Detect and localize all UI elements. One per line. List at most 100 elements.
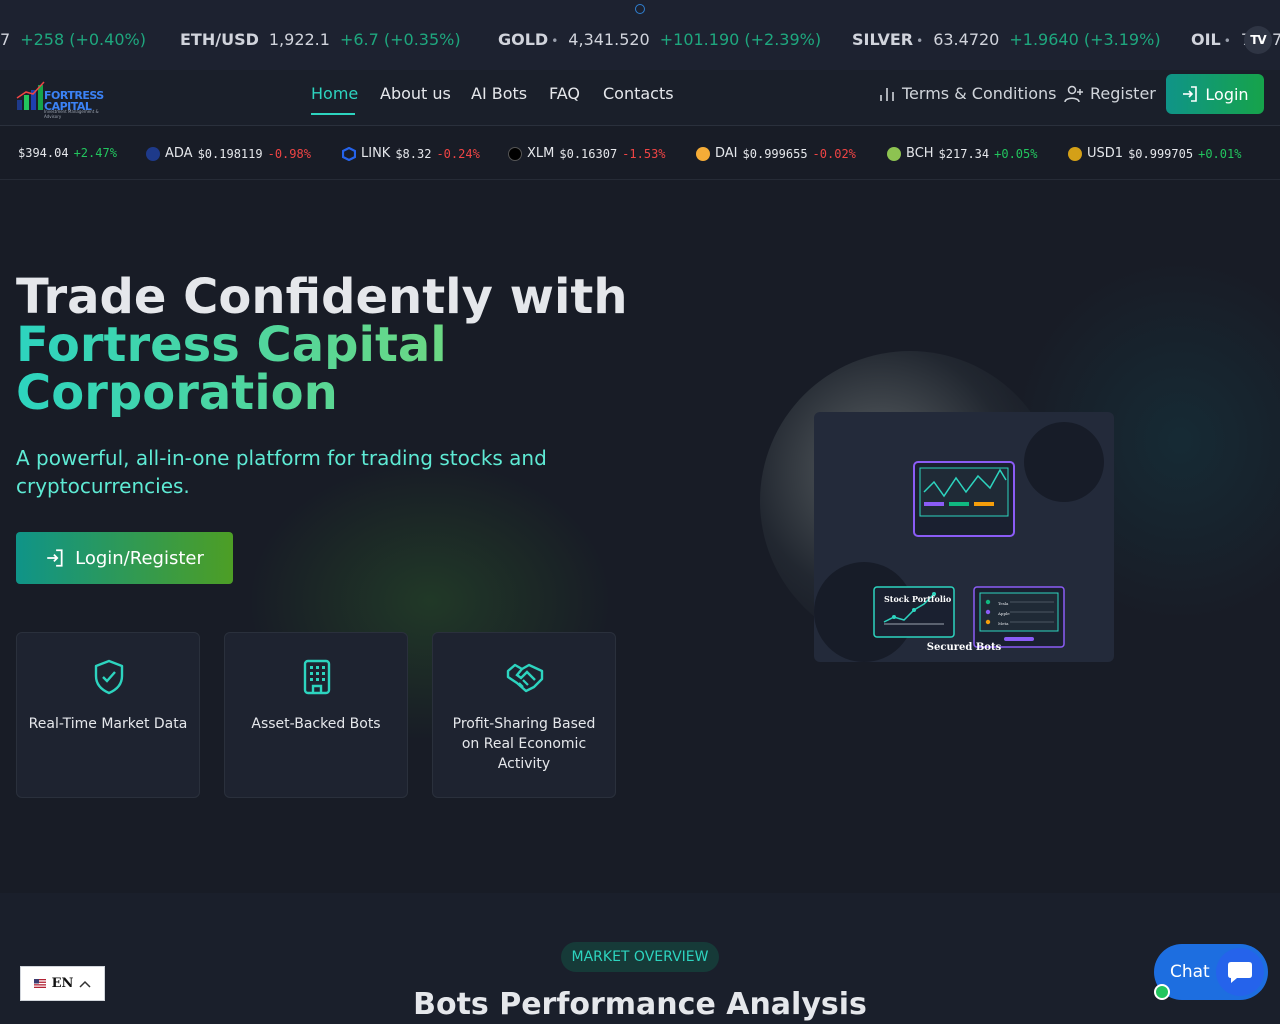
crypto-change: +0.05% bbox=[994, 146, 1038, 161]
crypto-name: DAI bbox=[715, 146, 738, 161]
chat-widget-button[interactable]: Chat bbox=[1154, 944, 1268, 1000]
crypto-name: ADA bbox=[165, 146, 193, 161]
crypto-item[interactable]: ADA $0.198119 -0.98% bbox=[146, 146, 311, 161]
legend-item: Tesla bbox=[998, 601, 1009, 606]
login-button[interactable]: Login bbox=[1166, 74, 1264, 114]
section-badge: MARKET OVERVIEW bbox=[561, 942, 719, 972]
feature-card: Real-Time Market Data bbox=[16, 632, 200, 798]
bch-coin-icon bbox=[887, 146, 901, 161]
feature-text: Profit-Sharing Based on Real Economic Ac… bbox=[452, 716, 596, 772]
logo-bars-icon bbox=[16, 81, 45, 110]
crypto-item[interactable]: LINK $8.32 -0.24% bbox=[342, 146, 480, 161]
login-arrow-icon bbox=[47, 549, 63, 567]
ticker-symbol: GOLD • bbox=[498, 30, 558, 49]
hero-title: Trade Confidently with Fortress Capital … bbox=[16, 273, 628, 417]
nav-faq[interactable]: FAQ bbox=[549, 84, 580, 103]
legend-item: Meta bbox=[998, 621, 1009, 626]
tradingview-logo-icon[interactable]: TV bbox=[1244, 26, 1272, 54]
crypto-name: LINK bbox=[361, 146, 391, 161]
brand-logo[interactable]: FORTRESS CAPITAL Investment Management &… bbox=[16, 78, 108, 119]
crypto-price: $0.16307 bbox=[559, 146, 618, 161]
ticker-symbol-text: GOLD bbox=[498, 30, 549, 49]
nav-about[interactable]: About us bbox=[380, 84, 451, 103]
link-coin-icon bbox=[342, 146, 356, 161]
ticker-change: +6.7 (+0.35%) bbox=[339, 30, 461, 49]
ticker-item[interactable]: GOLD • 4,341.520 +101.190 (+2.39%) bbox=[498, 30, 821, 49]
ticker-item[interactable]: 7 +258 (+0.40%) bbox=[0, 30, 146, 49]
crypto-name: BCH bbox=[906, 146, 934, 161]
ticker-price: 7 bbox=[0, 30, 11, 49]
dashboard-illustration-icon bbox=[814, 422, 1104, 662]
crypto-item[interactable]: BCH $217.34 +0.05% bbox=[887, 146, 1037, 161]
nav-contacts[interactable]: Contacts bbox=[603, 84, 674, 103]
register-label: Register bbox=[1090, 84, 1156, 103]
crypto-change: +0.01% bbox=[1198, 146, 1242, 161]
feature-text: Asset-Backed Bots bbox=[251, 716, 381, 732]
chat-bubble-icon bbox=[1216, 948, 1264, 996]
chevron-up-icon bbox=[79, 980, 91, 988]
main-navbar: FORTRESS CAPITAL Investment Management &… bbox=[0, 70, 1280, 126]
xlm-coin-icon bbox=[508, 146, 522, 161]
ticker-item[interactable]: OIL• 7 bbox=[1191, 30, 1251, 49]
nav-home[interactable]: Home bbox=[311, 84, 358, 103]
market-closed-dot-icon: • bbox=[916, 34, 924, 48]
ticker-symbol: SILVER • bbox=[852, 30, 923, 49]
building-icon bbox=[303, 659, 331, 695]
crypto-price: $8.32 bbox=[395, 146, 432, 161]
crypto-item[interactable]: USD1 $0.999705 +0.01% bbox=[1068, 146, 1241, 161]
crypto-change: -0.98% bbox=[267, 146, 311, 161]
nav-ai-bots[interactable]: AI Bots bbox=[471, 84, 527, 103]
crypto-price: $0.999705 bbox=[1128, 146, 1194, 161]
handshake-icon bbox=[506, 663, 544, 693]
hero-title-highlight: Fortress Capital bbox=[16, 321, 628, 369]
ticker-tape: 7 +258 (+0.40%) ETH/USD 1,922.1 +6.7 (+0… bbox=[0, 0, 1280, 70]
crypto-ticker: $394.04 +2.47% ADA $0.198119 -0.98% LINK… bbox=[0, 127, 1280, 180]
crypto-price: $217.34 bbox=[938, 146, 990, 161]
section-title: Bots Performance Analysis bbox=[413, 987, 867, 1022]
crypto-name: USD1 bbox=[1087, 146, 1124, 161]
market-closed-dot-icon: • bbox=[1223, 34, 1231, 48]
language-code: EN bbox=[51, 976, 74, 991]
crypto-item[interactable]: XLM $0.16307 -1.53% bbox=[508, 146, 666, 161]
market-closed-dot-icon: • bbox=[551, 34, 559, 48]
nav-active-indicator bbox=[311, 113, 355, 115]
shield-check-icon bbox=[94, 659, 124, 695]
language-selector[interactable]: EN bbox=[20, 966, 105, 1001]
ticker-symbol: ETH/USD bbox=[180, 30, 259, 49]
register-link[interactable]: Register bbox=[1064, 84, 1156, 103]
ticker-symbol: OIL • bbox=[1191, 30, 1231, 49]
login-label: Login bbox=[1205, 84, 1249, 104]
terms-label: Terms & Conditions bbox=[902, 84, 1057, 103]
login-register-button[interactable]: Login/Register bbox=[16, 532, 233, 584]
ticker-item[interactable]: SILVER • 63.4720 +1.9640 (+3.19%) bbox=[852, 30, 1161, 49]
illustration-legend: Tesla Apple Meta bbox=[998, 599, 1010, 629]
ticker-change: +101.190 (+2.39%) bbox=[659, 30, 822, 49]
terms-link[interactable]: Terms & Conditions bbox=[878, 84, 1056, 103]
ada-coin-icon bbox=[146, 146, 160, 161]
ticker-indicator-icon bbox=[635, 4, 645, 14]
ticker-item[interactable]: ETH/USD 1,922.1 +6.7 (+0.35%) bbox=[180, 30, 461, 49]
logo-subtitle: Investment Management & Advisory bbox=[44, 109, 99, 119]
dai-coin-icon bbox=[696, 146, 710, 161]
feature-card: Profit-Sharing Based on Real Economic Ac… bbox=[432, 632, 616, 798]
hero-title-line: Trade Confidently with bbox=[16, 269, 628, 325]
illustration-card-title: Stock Portfolio bbox=[884, 594, 952, 604]
hero-section: Trade Confidently with Fortress Capital … bbox=[0, 181, 1280, 893]
ticker-symbol-text: SILVER bbox=[852, 30, 914, 49]
market-overview-section: MARKET OVERVIEW Bots Performance Analysi… bbox=[0, 893, 1280, 1024]
crypto-price: $0.999655 bbox=[742, 146, 808, 161]
login-arrow-icon bbox=[1183, 86, 1198, 102]
ticker-symbol-text: OIL bbox=[1191, 30, 1221, 49]
crypto-change: -0.02% bbox=[812, 146, 856, 161]
crypto-item[interactable]: DAI $0.999655 -0.02% bbox=[696, 146, 856, 161]
crypto-price: $394.04 bbox=[18, 146, 69, 160]
speech-bubble-icon bbox=[1228, 962, 1252, 983]
crypto-item[interactable]: $394.04 +2.47% bbox=[18, 146, 117, 160]
feature-text: Real-Time Market Data bbox=[28, 716, 188, 732]
ticker-price: 4,341.520 bbox=[568, 30, 650, 49]
crypto-change: +2.47% bbox=[73, 146, 117, 160]
chat-label: Chat bbox=[1170, 962, 1210, 982]
ticker-price: 63.4720 bbox=[933, 30, 1000, 49]
ticker-price: 7 bbox=[1272, 30, 1280, 49]
online-status-dot bbox=[1154, 984, 1170, 1000]
